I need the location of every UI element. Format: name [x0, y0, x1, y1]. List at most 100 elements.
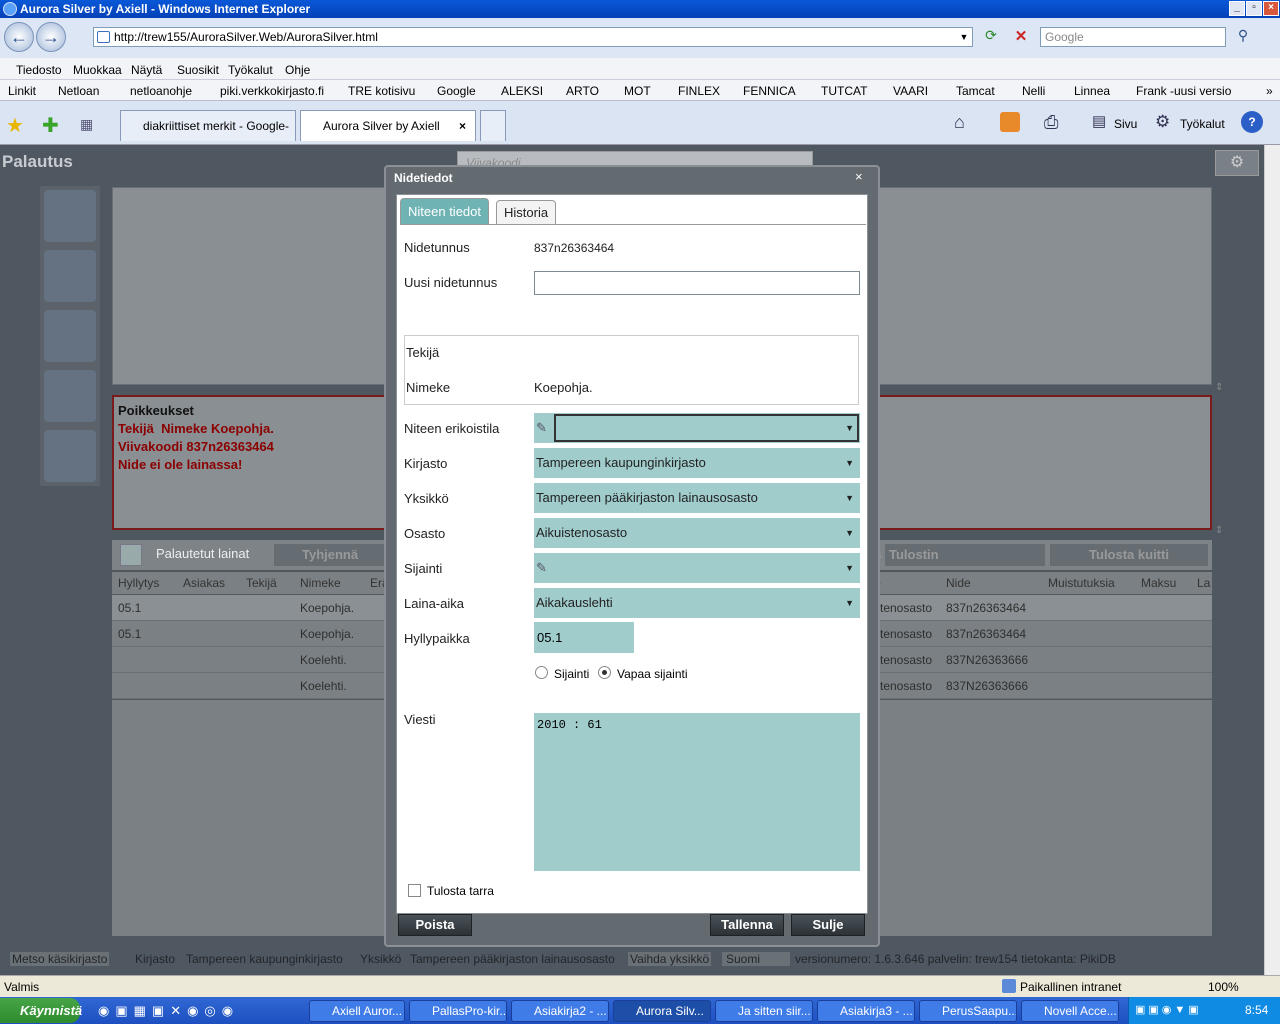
- tab-close-icon[interactable]: ×: [459, 111, 466, 141]
- back-button[interactable]: ←: [4, 22, 34, 52]
- menu-tyokalut[interactable]: Työkalut: [228, 63, 273, 77]
- taskbar-task[interactable]: Axiell Auror...: [309, 1000, 405, 1022]
- print-icon[interactable]: ⎙: [1044, 112, 1058, 133]
- menu-nayta[interactable]: Näytä: [131, 63, 162, 77]
- tools-gear-icon[interactable]: ⚙: [1155, 112, 1170, 132]
- minimize-button[interactable]: _: [1229, 1, 1245, 16]
- stop-icon[interactable]: ✕: [1010, 27, 1032, 47]
- library-house-icon[interactable]: [44, 430, 96, 482]
- feeds-icon[interactable]: [1000, 112, 1020, 132]
- link-item[interactable]: ALEKSI: [501, 84, 543, 98]
- library-select[interactable]: Tampereen kaupunginkirjasto ▼: [534, 448, 860, 478]
- taskbar-task[interactable]: Asiakirja2 - ...: [511, 1000, 609, 1022]
- new-id-input[interactable]: [534, 271, 860, 295]
- search-icon[interactable]: ⚲: [1232, 27, 1254, 47]
- special-status-select[interactable]: ✎ ▼: [534, 413, 860, 443]
- col-nide[interactable]: Nide: [946, 576, 971, 590]
- link-item[interactable]: TRE kotisivu: [348, 84, 415, 98]
- quick-launch-icons[interactable]: ◉▣▦▣✕◉◎◉: [98, 1003, 239, 1019]
- add-favorite-icon[interactable]: ✚: [42, 113, 59, 138]
- link-item[interactable]: netloanohje: [130, 84, 192, 98]
- tab-item-info[interactable]: Niteen tiedot: [400, 198, 489, 224]
- return-book-icon[interactable]: [44, 310, 96, 362]
- address-dropdown-icon[interactable]: ▼: [956, 27, 972, 47]
- link-item[interactable]: FINLEX: [678, 84, 720, 98]
- zoom-level[interactable]: 100%: [1208, 980, 1239, 994]
- tools-menu[interactable]: Työkalut: [1180, 117, 1225, 131]
- eraser-icon[interactable]: ✎: [536, 413, 547, 443]
- links-more-icon[interactable]: »: [1266, 84, 1273, 98]
- language-select[interactable]: Suomi: [722, 952, 790, 966]
- browser-tab-google[interactable]: diakriittiset merkit - Google-h...: [120, 110, 296, 163]
- location-select[interactable]: ✎ ▼: [534, 553, 860, 583]
- splitter-icon[interactable]: ⇕: [1215, 382, 1223, 393]
- link-item[interactable]: piki.verkkokirjasto.fi: [220, 84, 324, 98]
- radio-location[interactable]: [535, 666, 548, 679]
- refresh-icon[interactable]: ⟳: [980, 27, 1002, 47]
- print-receipt-button[interactable]: Tulosta kuitti: [1050, 544, 1208, 566]
- message-textarea[interactable]: 2010 : 61: [534, 713, 860, 871]
- link-item[interactable]: Frank -uusi versio: [1136, 84, 1231, 98]
- tab-history[interactable]: Historia: [496, 200, 557, 224]
- forward-button[interactable]: →: [36, 22, 66, 52]
- address-bar[interactable]: http://trew155/AuroraSilver.Web/AuroraSi…: [93, 27, 973, 47]
- search-input[interactable]: Google: [1040, 27, 1226, 47]
- taskbar-task[interactable]: PerusSaapu...: [919, 1000, 1017, 1022]
- taskbar-task[interactable]: PallasPro-kir...: [409, 1000, 507, 1022]
- menu-ohje[interactable]: Ohje: [285, 63, 310, 77]
- print-label-checkbox[interactable]: [408, 884, 421, 897]
- unit-select[interactable]: Tampereen pääkirjaston lainausosasto ▼: [534, 483, 860, 513]
- link-item[interactable]: Tamcat: [956, 84, 995, 98]
- save-button[interactable]: Tallenna: [710, 914, 784, 936]
- radio-free-location[interactable]: [598, 666, 611, 679]
- col-hyllytys[interactable]: Hyllytys: [118, 576, 159, 590]
- taskbar-task-active[interactable]: Aurora Silv...: [613, 1000, 711, 1022]
- col-nimeke[interactable]: Nimeke: [300, 576, 341, 590]
- search-items-icon[interactable]: [44, 370, 96, 422]
- dialog-close-icon[interactable]: ×: [855, 169, 863, 184]
- link-item[interactable]: MOT: [624, 84, 651, 98]
- menu-suosikit[interactable]: Suosikit: [177, 63, 219, 77]
- delete-button[interactable]: Poista: [398, 914, 472, 936]
- page-scrollbar[interactable]: [1264, 145, 1280, 975]
- eraser-icon[interactable]: ✎: [536, 560, 547, 575]
- taskbar-task[interactable]: Asiakirja3 - ...: [817, 1000, 915, 1022]
- page-menu[interactable]: Sivu: [1114, 117, 1137, 131]
- user-label[interactable]: Metso käsikirjasto: [10, 952, 110, 966]
- quick-tabs-icon[interactable]: ▦: [80, 116, 93, 133]
- close-button[interactable]: Sulje: [791, 914, 865, 936]
- col-asiakas[interactable]: Asiakas: [183, 576, 225, 590]
- menu-muokkaa[interactable]: Muokkaa: [73, 63, 122, 77]
- loan-period-select[interactable]: Aikakauslehti ▼: [534, 588, 860, 618]
- printer-select[interactable]: Tulostin: [885, 544, 1045, 566]
- menu-tiedosto[interactable]: Tiedosto: [16, 63, 62, 77]
- start-button[interactable]: Käynnistä: [0, 998, 82, 1023]
- department-select[interactable]: Aikuistenosasto ▼: [534, 518, 860, 548]
- new-tab-button[interactable]: [480, 110, 506, 141]
- clear-button[interactable]: Tyhjennä: [274, 544, 384, 566]
- maximize-button[interactable]: ▫: [1246, 1, 1262, 16]
- link-item[interactable]: Nelli: [1022, 84, 1045, 98]
- change-unit-button[interactable]: Vaihda yksikkö: [628, 952, 712, 966]
- col-muistutuksia[interactable]: Muistutuksia: [1048, 576, 1115, 590]
- col-la[interactable]: La: [1197, 576, 1210, 590]
- link-item[interactable]: ARTO: [566, 84, 599, 98]
- link-item[interactable]: Linnea: [1074, 84, 1110, 98]
- link-item[interactable]: Netloan: [58, 84, 99, 98]
- browser-tab-aurora[interactable]: Aurora Silver by Axiell ×: [300, 110, 476, 141]
- home-icon[interactable]: ⌂: [954, 112, 965, 133]
- taskbar-task[interactable]: Ja sitten siir...: [715, 1000, 813, 1022]
- link-item[interactable]: Google: [437, 84, 476, 98]
- col-tekija[interactable]: Tekijä: [246, 576, 277, 590]
- page-menu-icon[interactable]: ▤: [1092, 112, 1106, 130]
- returned-loans-tab[interactable]: Palautetut lainat: [156, 546, 249, 561]
- taskbar-task[interactable]: Novell Acce...: [1021, 1000, 1119, 1022]
- loan-book-icon[interactable]: [44, 250, 96, 302]
- col-maksu[interactable]: Maksu: [1141, 576, 1176, 590]
- help-icon[interactable]: ?: [1241, 111, 1263, 133]
- close-window-button[interactable]: ×: [1263, 1, 1279, 16]
- special-status-field[interactable]: [554, 414, 859, 442]
- link-item[interactable]: TUTCAT: [821, 84, 867, 98]
- shelf-input[interactable]: 05.1: [534, 622, 634, 653]
- link-item[interactable]: FENNICA: [743, 84, 796, 98]
